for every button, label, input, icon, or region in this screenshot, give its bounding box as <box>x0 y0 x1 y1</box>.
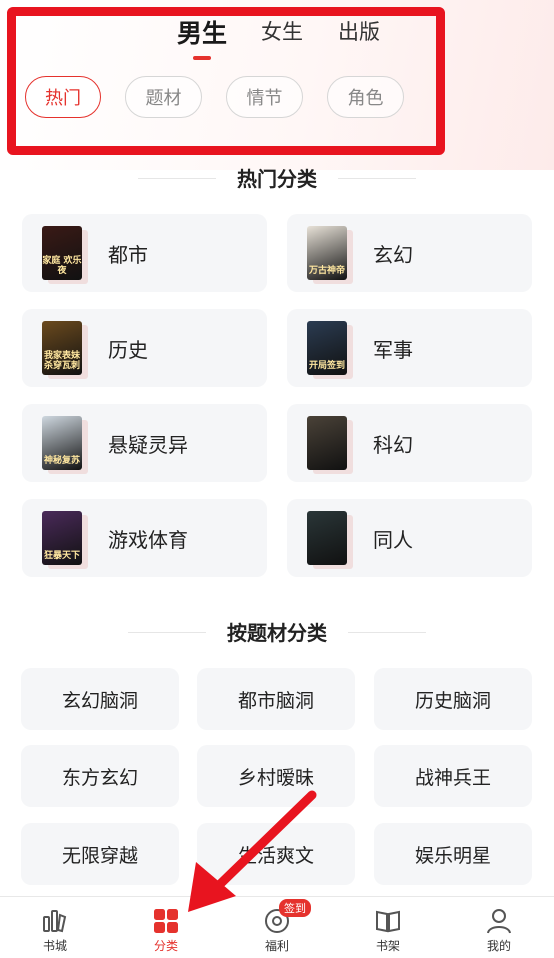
book-cover-title: 我家表妹 杀穿瓦刺 <box>43 351 80 371</box>
category-label: 历史 <box>108 337 148 362</box>
book-cover-image <box>307 416 347 470</box>
category-card[interactable]: 同人 <box>287 499 532 577</box>
category-card[interactable]: 狂暴天下 游戏体育 <box>22 499 267 577</box>
category-label: 都市 <box>108 242 148 267</box>
title-divider-right <box>338 177 416 179</box>
nav-profile-label: 我的 <box>486 939 511 953</box>
topic-button[interactable]: 生活爽文 <box>197 823 355 885</box>
nav-bookstore-label: 书城 <box>42 939 67 953</box>
title-divider-left <box>128 631 206 633</box>
category-card[interactable]: 家庭 欢乐夜 都市 <box>22 214 267 292</box>
tab-male[interactable]: 男生 <box>177 14 228 60</box>
topic-button[interactable]: 东方玄幻 <box>21 745 179 807</box>
category-card[interactable]: 科幻 <box>287 404 532 482</box>
tab-female-label: 女生 <box>261 20 303 44</box>
category-card[interactable]: 万古神帝 玄幻 <box>287 214 532 292</box>
chip-role-label: 角色 <box>347 88 384 109</box>
book-cover-image: 狂暴天下 <box>42 511 82 565</box>
chip-topic-label: 题材 <box>145 88 182 109</box>
category-grid-icon <box>152 907 180 935</box>
chip-hot-label: 热门 <box>45 88 81 109</box>
title-divider-left <box>138 177 216 179</box>
bookshelf-icon <box>374 907 402 935</box>
topic-button[interactable]: 都市脑洞 <box>197 668 355 730</box>
active-tab-indicator <box>193 56 211 60</box>
category-label: 玄幻 <box>373 242 413 267</box>
category-card[interactable]: 我家表妹 杀穿瓦刺 历史 <box>22 309 267 387</box>
profile-icon <box>485 907 513 935</box>
book-cover-image: 我家表妹 杀穿瓦刺 <box>42 321 82 375</box>
category-card[interactable]: 神秘复苏 悬疑灵异 <box>22 404 267 482</box>
book-cover-title: 狂暴天下 <box>43 551 80 561</box>
chip-role[interactable]: 角色 <box>327 76 404 118</box>
nav-bookshelf-label: 书架 <box>375 939 400 953</box>
tab-female[interactable]: 女生 <box>261 16 303 46</box>
topic-button[interactable]: 乡村暧昧 <box>197 745 355 807</box>
chip-topic[interactable]: 题材 <box>125 76 202 118</box>
category-label: 同人 <box>373 527 413 552</box>
topic-button[interactable]: 娱乐明星 <box>374 823 532 885</box>
category-label: 军事 <box>373 337 413 362</box>
book-cover-image: 家庭 欢乐夜 <box>42 226 82 280</box>
book-cover-title: 万古神帝 <box>308 266 345 276</box>
book-cover-image: 神秘复苏 <box>42 416 82 470</box>
book-cover-image: 开局签到 <box>307 321 347 375</box>
nav-category-label: 分类 <box>153 939 178 953</box>
bookstore-icon <box>41 907 69 935</box>
book-cover-title: 神秘复苏 <box>43 456 80 466</box>
chip-plot[interactable]: 情节 <box>226 76 303 118</box>
hot-section-title: 热门分类 <box>0 163 554 192</box>
checkin-badge: 签到 <box>279 899 311 917</box>
hot-section-title-text: 热门分类 <box>237 167 317 191</box>
category-label: 科幻 <box>373 432 413 457</box>
nav-welfare[interactable]: 签到 福利 <box>222 897 332 958</box>
category-card[interactable]: 开局签到 军事 <box>287 309 532 387</box>
category-label: 悬疑灵异 <box>108 432 188 457</box>
nav-profile[interactable]: 我的 <box>444 897 554 958</box>
category-label: 游戏体育 <box>108 527 188 552</box>
topic-button[interactable]: 玄幻脑洞 <box>21 668 179 730</box>
book-cover-title: 家庭 欢乐夜 <box>42 256 82 276</box>
nav-bookshelf[interactable]: 书架 <box>333 897 443 958</box>
tab-male-label: 男生 <box>177 19 228 48</box>
topic-section-title-text: 按题材分类 <box>227 621 327 645</box>
chip-plot-label: 情节 <box>246 88 283 109</box>
gender-tabs: 男生 女生 出版 <box>0 14 554 60</box>
nav-welfare-label: 福利 <box>264 939 289 953</box>
topic-button[interactable]: 战神兵王 <box>374 745 532 807</box>
topic-button[interactable]: 历史脑洞 <box>374 668 532 730</box>
topic-section-title: 按题材分类 <box>0 617 554 646</box>
book-cover-image: 万古神帝 <box>307 226 347 280</box>
book-cover-title: 开局签到 <box>308 361 345 371</box>
title-divider-right <box>348 631 426 633</box>
topic-button[interactable]: 无限穿越 <box>21 823 179 885</box>
tab-publishing[interactable]: 出版 <box>338 16 380 46</box>
chip-hot[interactable]: 热门 <box>25 76 101 118</box>
bottom-navigation: 书城 分类 签到 福利 书架 我的 <box>0 896 554 958</box>
book-cover-image <box>307 511 347 565</box>
tab-publishing-label: 出版 <box>338 20 380 44</box>
nav-category[interactable]: 分类 <box>111 897 221 958</box>
nav-bookstore[interactable]: 书城 <box>0 897 110 958</box>
welfare-coin-icon: 签到 <box>263 899 311 935</box>
